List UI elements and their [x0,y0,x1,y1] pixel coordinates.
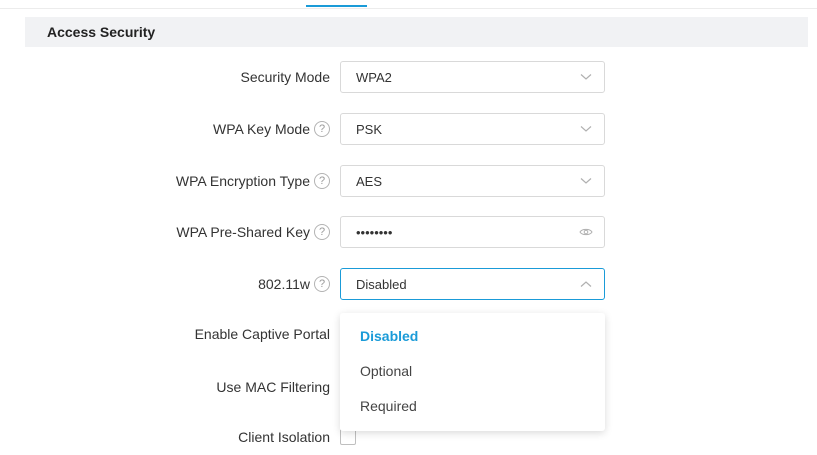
security-mode-label: Security Mode [241,61,330,93]
client-isolation-label: Client Isolation [238,421,330,453]
dot11w-label: 802.11w ? [258,268,330,300]
wpa-key-mode-label: WPA Key Mode ? [213,113,330,145]
security-mode-select[interactable]: WPA2 [340,61,605,93]
use-mac-filtering-label-text: Use MAC Filtering [216,379,330,395]
enable-captive-portal-label: Enable Captive Portal [195,318,330,350]
chevron-down-icon [574,113,598,145]
dot11w-label-text: 802.11w [258,276,310,292]
wpa-encryption-type-label: WPA Encryption Type ? [176,165,330,197]
dot11w-row: 802.11w ? Disabled [0,268,817,300]
client-isolation-label-text: Client Isolation [238,429,330,445]
wpa-encryption-type-select[interactable]: AES [340,165,605,197]
enable-captive-portal-label-text: Enable Captive Portal [194,326,330,342]
section-title: Access Security [47,24,156,40]
section-header: Access Security [25,17,808,47]
question-circle-icon[interactable]: ? [314,121,330,137]
use-mac-filtering-label: Use MAC Filtering [216,371,330,403]
chevron-down-icon [574,165,598,197]
security-mode-row: Security Mode WPA2 [0,61,817,93]
question-circle-icon[interactable]: ? [314,276,330,292]
client-isolation-checkbox[interactable] [340,429,356,445]
security-mode-value: WPA2 [356,69,392,85]
wpa-encryption-type-value: AES [356,173,383,189]
top-divider [0,8,817,9]
wpa-encryption-type-row: WPA Encryption Type ? AES [0,165,817,197]
dropdown-option-disabled[interactable]: Disabled [340,318,605,353]
active-tab-indicator [306,5,367,7]
wpa-key-mode-value: PSK [356,121,383,137]
question-circle-icon[interactable]: ? [314,173,330,189]
eye-icon[interactable] [574,216,598,248]
wpa-pre-shared-key-label: WPA Pre-Shared Key ? [176,216,330,248]
wpa-key-mode-select[interactable]: PSK [340,113,605,145]
wpa-key-mode-row: WPA Key Mode ? PSK [0,113,817,145]
wpa-key-mode-label-text: WPA Key Mode [212,121,310,137]
dot11w-select[interactable]: Disabled [340,268,605,300]
question-circle-icon[interactable]: ? [314,224,330,240]
wpa-pre-shared-key-label-text: WPA Pre-Shared Key [176,224,310,240]
dot11w-dropdown-menu: Disabled Optional Required [340,313,605,431]
chevron-up-icon [574,268,598,300]
dot11w-value: Disabled [356,276,407,292]
dropdown-option-optional[interactable]: Optional [340,353,605,388]
wpa-pre-shared-key-row: WPA Pre-Shared Key ? •••••••• [0,216,817,248]
dropdown-option-required[interactable]: Required [340,388,605,423]
security-mode-label-text: Security Mode [240,69,330,85]
dropdown-list: Disabled Optional Required [340,313,605,423]
password-value: •••••••• [356,224,393,240]
chevron-down-icon [574,61,598,93]
wpa-pre-shared-key-input[interactable]: •••••••• [340,216,605,248]
wpa-encryption-type-label-text: WPA Encryption Type [175,173,310,189]
